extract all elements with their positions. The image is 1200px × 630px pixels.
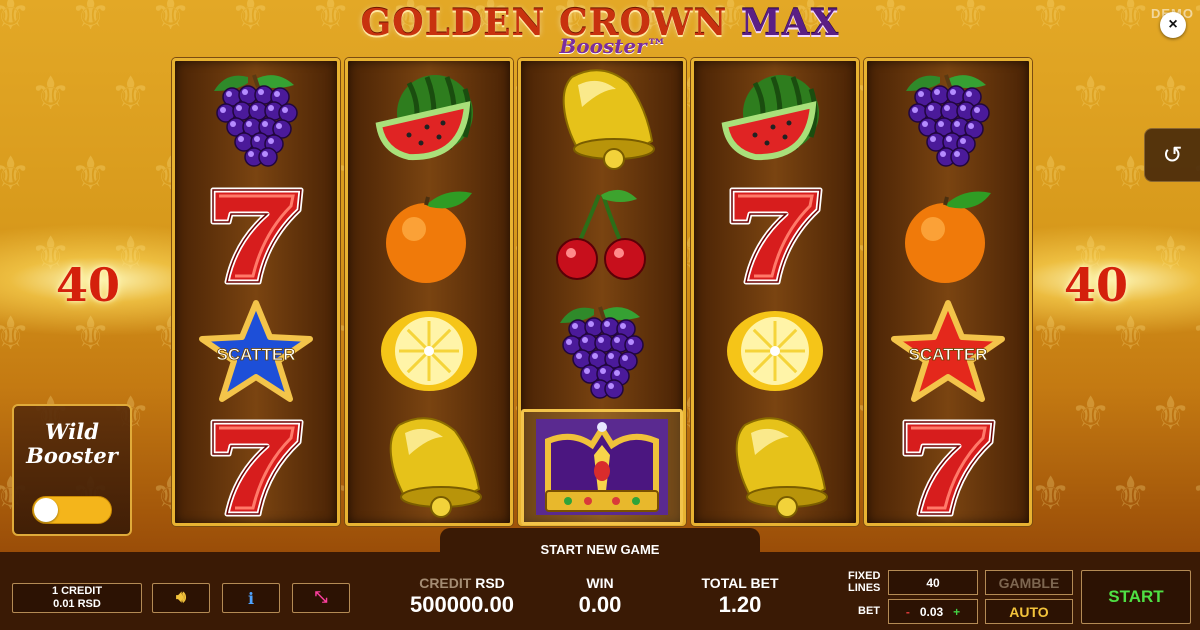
fullscreen-button[interactable]: ⤡ — [292, 583, 350, 613]
fixed-lines-field: 40 — [888, 570, 978, 595]
history-button[interactable]: ↺ — [1144, 128, 1200, 182]
reel-5: SCATTER — [864, 58, 1032, 526]
watermelon-symbol — [348, 61, 510, 177]
auto-button[interactable]: AUTO — [985, 599, 1073, 624]
win-stat: WIN 0.00 — [550, 575, 650, 618]
watermelon-symbol — [694, 61, 856, 177]
fleur-de-lis-icon: ⚜ — [70, 0, 112, 40]
grapes-symbol — [521, 293, 683, 409]
seven-symbol — [694, 177, 856, 293]
fleur-de-lis-icon: ⚜ — [1110, 0, 1152, 40]
fleur-de-lis-icon: ⚜ — [0, 306, 32, 360]
close-icon: × — [1168, 16, 1178, 33]
fleur-de-lis-icon: ⚜ — [1190, 310, 1200, 356]
win-label: WIN — [586, 575, 614, 591]
info-button[interactable]: i — [222, 583, 280, 613]
scatter-text: SCATTER — [216, 345, 295, 364]
wild-booster-toggle[interactable] — [32, 496, 112, 524]
fixed-lines-label-line2: LINES — [848, 582, 881, 594]
info-icon: i — [247, 588, 255, 608]
total-bet-stat: TOTAL BET 1.20 — [680, 575, 800, 618]
win-amount: 0.00 — [578, 592, 622, 617]
wild-booster-title-line1: Wild — [45, 419, 99, 444]
lines-count-right: 40 — [1064, 258, 1129, 312]
start-new-game-label: START NEW GAME — [440, 528, 760, 558]
credit-stat: CREDIT RSD 500000.00 — [392, 575, 532, 618]
reel-3 — [518, 58, 686, 526]
orange-symbol — [348, 177, 510, 293]
credit-label: CREDIT — [419, 575, 472, 591]
toggle-knob — [34, 498, 58, 522]
fleur-de-lis-icon: ⚜ — [1070, 66, 1112, 120]
fleur-de-lis-icon: ⚜ — [230, 0, 272, 40]
speaker-icon: 🔊︎ — [175, 589, 187, 606]
fleur-de-lis-icon: ⚜ — [1110, 466, 1152, 520]
fleur-de-lis-icon: ⚜ — [1030, 146, 1072, 200]
lemon-symbol — [348, 293, 510, 409]
bet-increase-button[interactable]: + — [953, 605, 960, 619]
fleur-de-lis-icon: ⚜ — [70, 146, 112, 200]
fleur-de-lis-icon: ⚜ — [30, 66, 72, 120]
title-max: MAX — [740, 2, 840, 44]
sound-button[interactable]: 🔊︎ — [152, 583, 210, 613]
fleur-de-lis-icon: ⚜ — [1030, 306, 1072, 360]
scatter-text: SCATTER — [908, 345, 987, 364]
fullscreen-icon: ⤡ — [314, 589, 328, 606]
credit-amount: 500000.00 — [410, 592, 514, 617]
credit-value-line2: 0.01 RSD — [53, 598, 101, 610]
cherries-symbol — [521, 177, 683, 293]
gamble-button[interactable]: GAMBLE — [985, 570, 1073, 595]
bell-symbol — [348, 409, 510, 525]
credit-value-selector[interactable]: 1 CREDIT 0.01 RSD — [12, 583, 142, 613]
credit-value-line1: 1 CREDIT — [51, 585, 103, 597]
bet-decrease-button[interactable]: - — [906, 605, 910, 619]
seven-symbol — [867, 409, 1029, 525]
history-icon: ↺ — [1162, 141, 1183, 169]
total-bet-amount: 1.20 — [718, 592, 762, 617]
wild-booster-title: Wild Booster — [14, 420, 130, 468]
grapes-symbol — [867, 61, 1029, 177]
fleur-de-lis-icon: ⚜ — [1030, 466, 1072, 520]
seven-symbol — [175, 177, 337, 293]
scatter-symbol: SCATTER — [867, 293, 1029, 409]
bet-stepper: - 0.03 + — [888, 599, 978, 624]
fleur-de-lis-icon: ⚜ — [1190, 470, 1200, 516]
fleur-de-lis-icon: ⚜ — [150, 0, 192, 40]
fixed-lines-label: FIXED LINES — [848, 570, 880, 594]
reel-2 — [345, 58, 513, 526]
fleur-de-lis-icon: ⚜ — [0, 0, 32, 40]
scatter-symbol: SCATTER — [175, 293, 337, 409]
bell-symbol — [694, 409, 856, 525]
lemon-symbol — [694, 293, 856, 409]
fleur-de-lis-icon: ⚜ — [0, 146, 32, 200]
orange-symbol — [867, 177, 1029, 293]
fleur-de-lis-icon: ⚜ — [1150, 386, 1192, 440]
bell-symbol — [521, 61, 683, 177]
fleur-de-lis-icon: ⚜ — [950, 0, 992, 40]
grapes-symbol — [175, 61, 337, 177]
seven-symbol — [175, 409, 337, 525]
fixed-lines-label-line1: FIXED — [848, 570, 881, 582]
bet-value: 0.03 — [919, 604, 944, 619]
fleur-de-lis-icon: ⚜ — [1110, 306, 1152, 360]
reel-1: SCATTER — [172, 58, 340, 526]
game-subtitle: Booster™ — [559, 34, 667, 58]
credit-currency: RSD — [475, 575, 505, 591]
start-button[interactable]: START — [1081, 570, 1191, 624]
wild-booster-panel: Wild Booster — [12, 404, 132, 536]
bet-label: BET — [858, 605, 880, 617]
fleur-de-lis-icon: ⚜ — [1070, 386, 1112, 440]
close-button[interactable]: × — [1160, 12, 1186, 38]
fleur-de-lis-icon: ⚜ — [1150, 66, 1192, 120]
fleur-de-lis-icon: ⚜ — [1030, 0, 1072, 40]
reel-4 — [691, 58, 859, 526]
wild-booster-title-line2: Booster — [26, 443, 118, 468]
lines-count-left: 40 — [56, 258, 121, 312]
fleur-de-lis-icon: ⚜ — [70, 306, 112, 360]
total-bet-label: TOTAL BET — [701, 575, 779, 591]
fleur-de-lis-icon: ⚜ — [1150, 226, 1192, 280]
fleur-de-lis-icon: ⚜ — [110, 66, 152, 120]
crown-wild-symbol — [521, 409, 683, 525]
